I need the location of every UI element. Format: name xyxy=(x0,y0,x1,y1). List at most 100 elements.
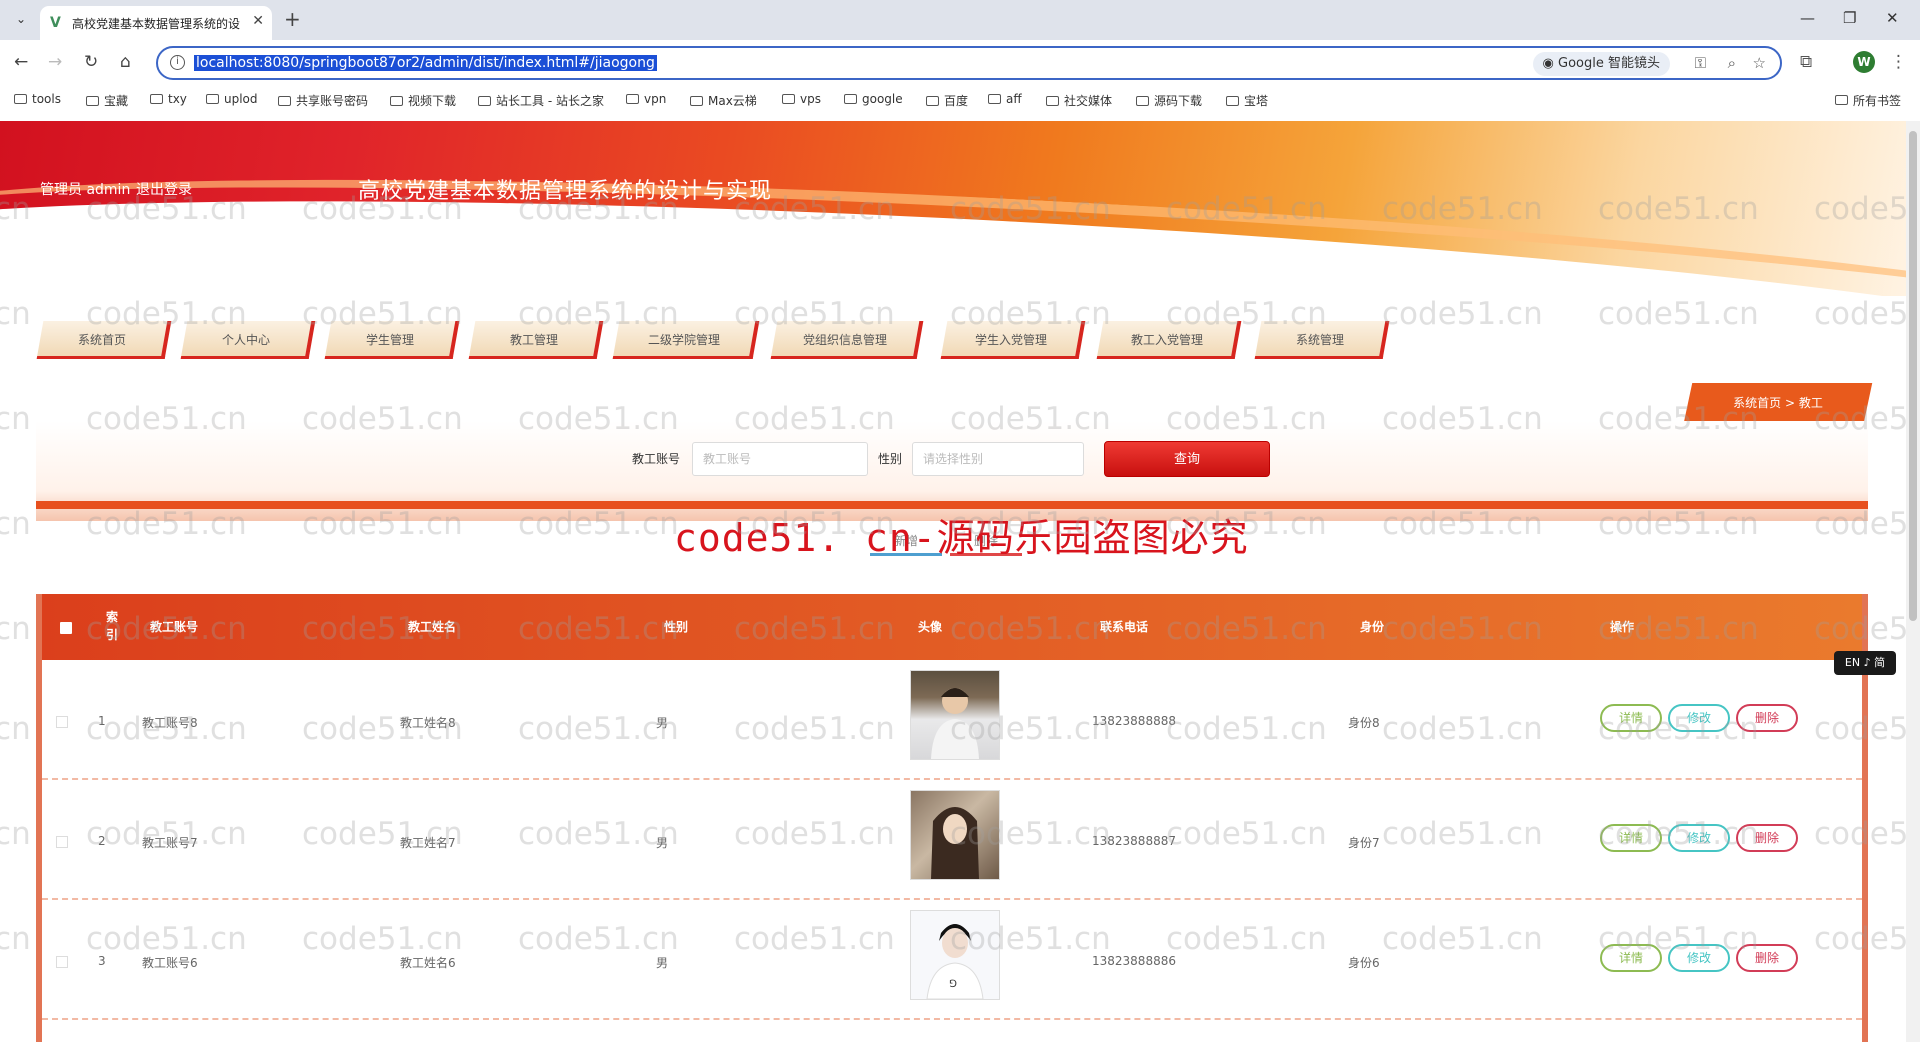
header-account: 教工账号 xyxy=(150,620,199,634)
home-icon[interactable]: ⌂ xyxy=(120,52,131,72)
cell-identity: 身份7 xyxy=(1348,836,1380,850)
bookmark-item[interactable]: aff xyxy=(988,92,1022,106)
bookmark-label: vpn xyxy=(644,92,667,106)
select-all-checkbox[interactable] xyxy=(60,622,72,634)
logout-link[interactable]: 退出登录 xyxy=(136,179,192,199)
menu-staff-party-management[interactable]: 教工入党管理 xyxy=(1096,321,1242,359)
bookmark-item[interactable]: 宝塔 xyxy=(1226,92,1268,109)
menu-staff-management[interactable]: 教工管理 xyxy=(468,321,604,359)
site-icon xyxy=(478,96,491,106)
url-text[interactable]: localhost:8080/springboot87or2/admin/dis… xyxy=(194,55,657,71)
bookmark-label: Max云梯 xyxy=(708,94,757,108)
menu-label: 教工入党管理 xyxy=(1130,333,1203,347)
cell-name: 教工姓名7 xyxy=(400,836,456,850)
watermark-text: code51.cn xyxy=(1382,296,1543,332)
google-lens-chip[interactable]: ◉ Google 智能镜头 xyxy=(1532,52,1670,76)
edit-button[interactable]: 修改 xyxy=(1668,824,1730,852)
query-button[interactable]: 查询 xyxy=(1104,441,1270,477)
cell-gender: 男 xyxy=(656,716,669,730)
breadcrumb-text[interactable]: 系统首页 > 教工 xyxy=(1688,383,1868,423)
watermark-text: code51.cn xyxy=(0,711,31,747)
delete-button[interactable]: 删除 xyxy=(1736,824,1798,852)
ime-indicator[interactable]: EN ♪ 简 xyxy=(1834,651,1896,675)
bookmark-star-icon[interactable]: ☆ xyxy=(1753,54,1766,72)
minimize-icon[interactable]: — xyxy=(1800,9,1815,27)
new-tab-plus-icon[interactable]: + xyxy=(284,7,301,31)
scrollbar-thumb[interactable] xyxy=(1909,131,1917,621)
bookmark-item[interactable]: tools xyxy=(14,92,61,106)
cell-phone: 13823888887 xyxy=(1092,834,1176,848)
profile-avatar[interactable]: W xyxy=(1853,51,1875,73)
detail-button[interactable]: 详情 xyxy=(1600,944,1662,972)
banner-decoration xyxy=(0,158,1906,296)
menu-label: 党组织信息管理 xyxy=(802,333,887,347)
tab-title: 高校党建基本数据管理系统的设 xyxy=(72,17,241,31)
row-checkbox[interactable] xyxy=(56,716,68,728)
edit-button[interactable]: 修改 xyxy=(1668,704,1730,732)
forward-arrow-icon[interactable]: → xyxy=(48,52,62,72)
vue-favicon-icon: V xyxy=(50,15,61,31)
browser-menu-icon[interactable]: ⋮ xyxy=(1890,52,1907,72)
bookmark-item[interactable]: 宝藏 xyxy=(86,92,128,109)
bookmark-item[interactable]: uplod xyxy=(206,92,258,106)
bookmark-item[interactable]: txy xyxy=(150,92,187,106)
page-scrollbar[interactable] xyxy=(1906,121,1920,1042)
gender-select[interactable]: 请选择性别 xyxy=(912,442,1084,476)
bookmark-item[interactable]: 百度 xyxy=(926,92,968,109)
folder-icon xyxy=(86,96,99,106)
reload-icon[interactable]: ↻ xyxy=(84,52,98,72)
menu-system-management[interactable]: 系统管理 xyxy=(1254,321,1390,359)
cell-phone: 13823888886 xyxy=(1092,954,1176,968)
bookmark-item[interactable]: vpn xyxy=(626,92,666,106)
edit-button[interactable]: 修改 xyxy=(1668,944,1730,972)
detail-button[interactable]: 详情 xyxy=(1600,824,1662,852)
menu-label: 学生管理 xyxy=(365,333,414,347)
detail-button[interactable]: 详情 xyxy=(1600,704,1662,732)
all-bookmarks[interactable]: 所有书签 xyxy=(1835,92,1901,109)
extensions-puzzle-icon[interactable]: ⧉ xyxy=(1800,52,1812,72)
menu-party-org-management[interactable]: 党组织信息管理 xyxy=(770,321,924,359)
bookmark-item[interactable]: google xyxy=(844,92,903,106)
folder-icon xyxy=(626,94,639,104)
tab-close-icon[interactable]: ✕ xyxy=(252,13,264,29)
bookmark-label: 宝藏 xyxy=(104,94,129,108)
bookmark-item[interactable]: 视频下载 xyxy=(390,92,456,109)
table-header: 索引 教工账号 教工姓名 性别 头像 联系电话 身份 操作 xyxy=(42,594,1862,660)
row-checkbox[interactable] xyxy=(56,956,68,968)
site-info-icon[interactable]: i xyxy=(170,55,185,70)
bookmark-item[interactable]: 站长工具 - 站长之家 xyxy=(478,92,604,109)
menu-college-management[interactable]: 二级学院管理 xyxy=(612,321,760,359)
zoom-icon[interactable]: ⌕ xyxy=(1728,54,1736,72)
menu-label: 个人中心 xyxy=(221,333,270,347)
menu-label: 系统首页 xyxy=(77,333,126,347)
site-icon xyxy=(278,96,291,106)
person-photo-icon xyxy=(931,807,979,879)
restore-icon[interactable]: ❐ xyxy=(1843,9,1856,27)
bookmark-item[interactable]: 共享账号密码 xyxy=(278,92,368,109)
menu-student-party-management[interactable]: 学生入党管理 xyxy=(940,321,1086,359)
bookmark-item[interactable]: vps xyxy=(782,92,821,106)
bookmark-item[interactable]: 社交媒体 xyxy=(1046,92,1112,109)
cell-index: 2 xyxy=(98,834,106,848)
back-arrow-icon[interactable]: ← xyxy=(14,52,28,72)
menu-student-management[interactable]: 学生管理 xyxy=(324,321,460,359)
menu-home[interactable]: 系统首页 xyxy=(36,321,172,359)
account-search-input[interactable]: 教工账号 xyxy=(692,442,868,476)
browser-tab-active[interactable]: V 高校党建基本数据管理系统的设 ✕ xyxy=(40,6,272,40)
paw-icon xyxy=(926,96,939,106)
delete-button[interactable]: 删除 xyxy=(1736,704,1798,732)
watermark-banner: code51. cn-源码乐园盗图必究 xyxy=(674,516,1249,560)
tab-list-chevron-icon[interactable]: ⌄ xyxy=(10,8,32,30)
header-operations: 操作 xyxy=(1610,620,1635,634)
avatar-image xyxy=(910,790,1000,880)
bookmark-item[interactable]: Max云梯 xyxy=(690,92,757,109)
window-close-icon[interactable]: ✕ xyxy=(1886,9,1899,27)
password-key-icon[interactable]: ⚿ xyxy=(1695,54,1706,72)
row-checkbox[interactable] xyxy=(56,836,68,848)
delete-button[interactable]: 删除 xyxy=(1736,944,1798,972)
address-bar[interactable]: i localhost:8080/springboot87or2/admin/d… xyxy=(156,46,1782,80)
bookmark-label: google xyxy=(862,92,903,106)
menu-personal-center[interactable]: 个人中心 xyxy=(180,321,316,359)
bookmark-item[interactable]: 源码下载 xyxy=(1136,92,1202,109)
all-bookmarks-label: 所有书签 xyxy=(1853,94,1902,108)
